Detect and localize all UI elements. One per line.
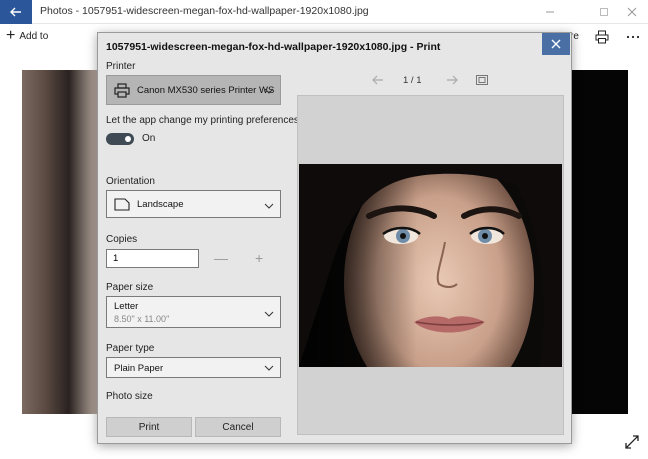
paper-type-label: Paper type [106, 343, 155, 354]
printer-icon [595, 30, 609, 44]
cancel-button[interactable]: Cancel [195, 417, 281, 437]
print-button[interactable]: Print [106, 417, 192, 437]
preview-photo [299, 164, 562, 367]
app-pref-state: On [142, 133, 156, 144]
print-dialog: 1057951-widescreen-megan-fox-hd-wallpape… [97, 32, 572, 444]
photo-size-label: Photo size [106, 391, 153, 402]
dialog-title: 1057951-widescreen-megan-fox-hd-wallpape… [106, 41, 441, 53]
next-page-button[interactable] [446, 73, 458, 88]
paper-size-label: Paper size [106, 282, 154, 293]
minimize-icon [546, 11, 554, 13]
background-photo-left [22, 70, 100, 414]
right-arrow-icon [447, 75, 458, 85]
page-indicator: 1 / 1 [403, 75, 422, 86]
increase-copies-button[interactable]: + [255, 251, 263, 265]
maximize-icon [600, 8, 608, 16]
fit-page-icon[interactable] [476, 75, 488, 85]
add-to-label: Add to [19, 30, 49, 42]
add-to-button[interactable]: + Add to [6, 27, 49, 44]
paper-size-value: Letter [114, 301, 139, 312]
portrait-photo-illustration [299, 164, 562, 367]
orientation-label: Orientation [106, 176, 155, 187]
maximize-button[interactable] [590, 0, 618, 24]
printer-label: Printer [106, 61, 136, 72]
printer-value: Canon MX530 series Printer WS [137, 85, 275, 96]
paper-size-dimensions: 8.50" x 11.00" [114, 314, 170, 324]
printer-select[interactable]: Canon MX530 series Printer WS [106, 75, 281, 105]
app-pref-label: Let the app change my printing preferenc… [106, 115, 299, 126]
paper-type-select[interactable]: Plain Paper [106, 357, 281, 378]
landscape-page-icon [114, 198, 130, 211]
chevron-down-icon [264, 203, 274, 209]
title-bar: Photos - 1057951-widescreen-megan-fox-hd… [0, 0, 648, 24]
minimize-button[interactable] [536, 0, 564, 24]
app-pref-toggle[interactable] [106, 133, 134, 145]
chevron-down-icon [264, 311, 274, 317]
left-arrow-icon [372, 75, 383, 85]
dialog-close-button[interactable] [542, 33, 570, 55]
print-button[interactable] [593, 28, 611, 46]
back-button[interactable] [0, 0, 32, 24]
close-icon [627, 7, 637, 17]
more-button[interactable] [624, 28, 642, 46]
copies-value: 1 [113, 253, 119, 264]
more-icon [626, 35, 640, 39]
window-title: Photos - 1057951-widescreen-megan-fox-hd… [40, 5, 369, 17]
copies-label: Copies [106, 234, 138, 245]
toggle-knob [125, 136, 131, 142]
chevron-down-icon [264, 88, 274, 94]
decrease-copies-button[interactable]: — [214, 251, 228, 265]
back-arrow-icon [10, 7, 21, 17]
orientation-select[interactable]: Landscape [106, 190, 281, 218]
paper-size-select[interactable]: Letter 8.50" x 11.00" [106, 296, 281, 328]
background-photo-right [572, 70, 628, 414]
previous-page-button[interactable] [372, 73, 384, 88]
chevron-down-icon [264, 365, 274, 371]
plus-icon: + [6, 27, 16, 44]
printer-icon [114, 83, 130, 98]
fullscreen-icon[interactable] [624, 434, 640, 450]
copies-input[interactable]: 1 [106, 249, 199, 268]
close-icon [551, 39, 561, 49]
paper-type-value: Plain Paper [114, 363, 164, 374]
orientation-value: Landscape [137, 199, 184, 210]
close-window-button[interactable] [618, 0, 646, 24]
